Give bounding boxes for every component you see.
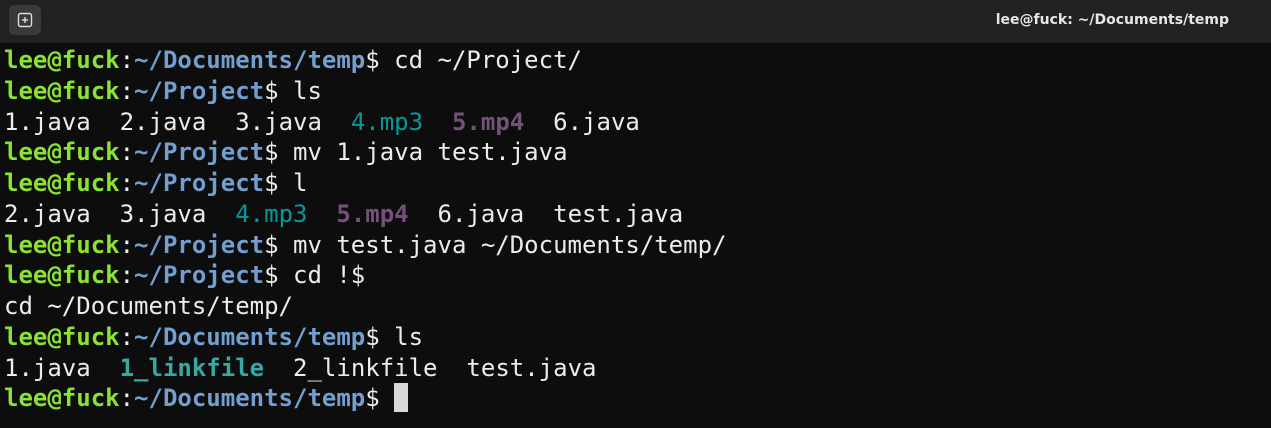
prompt-colon: : — [119, 46, 135, 74]
prompt-command: mv 1.java test.java — [278, 138, 568, 167]
prompt-user-host: lee@fuck — [4, 261, 120, 290]
file-entry: test.java — [553, 199, 684, 228]
prompt-colon: : — [119, 169, 135, 197]
file-entry: 3.java — [235, 107, 322, 136]
prompt-colon: : — [119, 261, 135, 290]
prompt-dollar: $ — [365, 46, 380, 74]
prompt-line: lee@fuck:~/Project$ ls — [4, 76, 1271, 107]
prompt-dollar: $ — [264, 261, 279, 290]
prompt-path: ~/Project — [134, 230, 265, 259]
prompt-colon: : — [119, 76, 135, 105]
terminal-window: lee@fuck: ~/Documents/temp lee@fuck:~/Do… — [0, 0, 1271, 428]
prompt-dollar: $ — [264, 230, 279, 259]
prompt-dollar: $ — [365, 384, 380, 413]
file-entry: 1.java — [4, 107, 91, 136]
file-entry: 6.java — [437, 199, 525, 228]
prompt-command: mv test.java ~/Documents/temp/ — [278, 230, 727, 259]
file-entry: 5.mp4 — [336, 199, 409, 228]
output-text: cd ~/Documents/temp/ — [4, 292, 293, 320]
prompt-colon: : — [119, 322, 135, 351]
prompt-dollar: $ — [365, 322, 380, 351]
prompt-colon: : — [119, 230, 135, 259]
prompt-line: lee@fuck:~/Project$ cd !$ — [4, 260, 1271, 291]
prompt-path: ~/Project — [134, 76, 265, 105]
file-entry: test.java — [466, 353, 597, 382]
prompt-line: lee@fuck:~/Project$ mv test.java ~/Docum… — [4, 230, 1271, 261]
prompt-command: l — [278, 169, 308, 197]
prompt-path: ~/Project — [134, 138, 265, 167]
prompt-dollar: $ — [264, 76, 279, 105]
file-entry: 6.java — [553, 107, 640, 136]
prompt-user-host: lee@fuck — [4, 384, 120, 413]
prompt-line: lee@fuck:~/Documents/temp$ — [4, 383, 1271, 414]
prompt-command: ls — [379, 322, 424, 351]
prompt-user-host: lee@fuck — [4, 230, 120, 259]
prompt-command: ls — [278, 76, 322, 105]
prompt-line: lee@fuck:~/Documents/temp$ ls — [4, 322, 1271, 353]
prompt-line: lee@fuck:~/Documents/temp$ cd ~/Project/ — [4, 45, 1271, 76]
prompt-dollar: $ — [264, 138, 279, 167]
prompt-line: lee@fuck:~/Project$ mv 1.java test.java — [4, 137, 1271, 168]
prompt-path: ~/Documents/temp — [134, 384, 366, 413]
prompt-user-host: lee@fuck — [4, 46, 120, 74]
window-title: lee@fuck: ~/Documents/temp — [995, 12, 1229, 28]
prompt-line: lee@fuck:~/Project$ l — [4, 168, 1271, 199]
prompt-colon: : — [119, 384, 135, 413]
prompt-path: ~/Documents/temp — [134, 46, 366, 74]
prompt-path: ~/Documents/temp — [134, 322, 366, 351]
prompt-dollar: $ — [264, 169, 279, 197]
terminal-output[interactable]: lee@fuck:~/Documents/temp$ cd ~/Project/… — [4, 45, 1271, 428]
prompt-command: cd ~/Project/ — [379, 46, 582, 74]
prompt-path: ~/Project — [134, 169, 265, 197]
file-entry: 4.mp3 — [235, 199, 308, 228]
prompt-user-host: lee@fuck — [4, 76, 120, 105]
prompt-command: cd !$ — [278, 261, 366, 290]
file-entry: 1_linkfile — [119, 353, 265, 382]
terminal-cursor — [394, 383, 409, 413]
file-entry: 2.java — [4, 199, 91, 228]
prompt-user-host: lee@fuck — [4, 138, 120, 167]
file-entry: 3.java — [119, 199, 207, 228]
prompt-user-host: lee@fuck — [4, 169, 120, 197]
file-entry: 5.mp4 — [451, 107, 525, 136]
prompt-colon: : — [119, 138, 135, 167]
file-entry: 2_linkfile — [293, 353, 438, 382]
file-entry: 2.java — [119, 107, 207, 136]
ls-output-line: 1.java 2.java 3.java 4.mp3 5.mp4 6.java — [4, 107, 1271, 138]
new-tab-icon — [17, 12, 33, 28]
prompt-path: ~/Project — [134, 261, 265, 290]
new-tab-button[interactable] — [9, 5, 41, 35]
file-entry: 1.java — [4, 353, 91, 382]
output-line: cd ~/Documents/temp/ — [4, 291, 1271, 322]
ls-output-line: 2.java 3.java 4.mp3 5.mp4 6.java test.ja… — [4, 199, 1271, 230]
prompt-command — [380, 384, 394, 412]
prompt-user-host: lee@fuck — [4, 322, 120, 351]
title-bar: lee@fuck: ~/Documents/temp — [0, 0, 1271, 43]
ls-output-line: 1.java 1_linkfile 2_linkfile test.java — [4, 353, 1271, 384]
file-entry: 4.mp3 — [350, 107, 424, 136]
